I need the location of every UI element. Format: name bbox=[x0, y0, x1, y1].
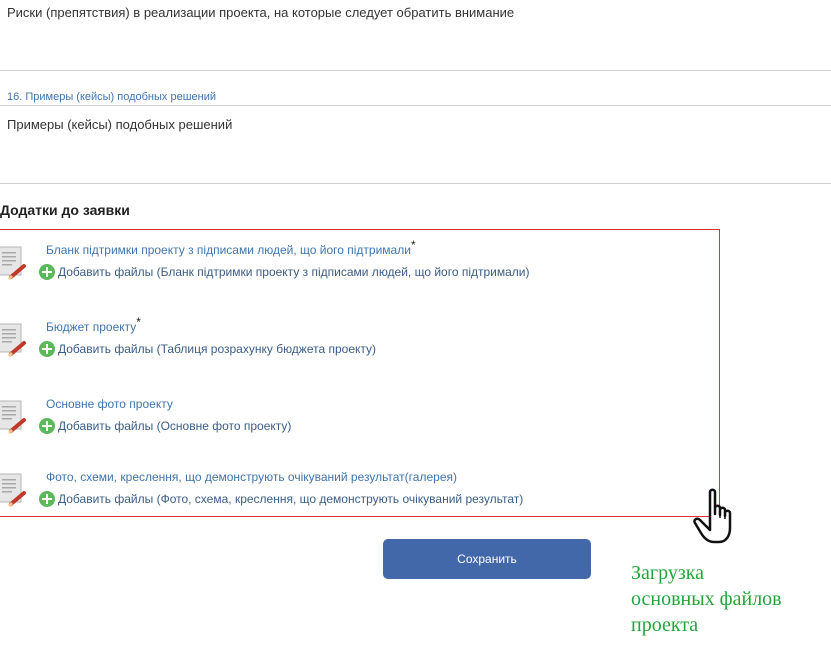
add-files-label: Добавить файлы (Фото, схема, креслення, … bbox=[58, 492, 524, 506]
add-files-label: Добавить файлы (Основне фото проекту) bbox=[58, 419, 292, 433]
risks-placeholder: Риски (препятствия) в реализации проекта… bbox=[7, 5, 515, 20]
attachment-title-text: Бланк підтримки проекту з підписами люде… bbox=[46, 243, 411, 257]
attachment-title-text: Бюджет проекту bbox=[46, 320, 137, 334]
attachment-item: Основне фото проекту Добавить файлы (Осн… bbox=[0, 392, 720, 452]
required-mark: * bbox=[410, 238, 416, 252]
attachment-title[interactable]: Основне фото проекту bbox=[46, 392, 173, 411]
plus-circle-icon bbox=[39, 491, 55, 507]
plus-circle-icon bbox=[39, 264, 55, 280]
attachment-item: Бланк підтримки проекту з підписами люде… bbox=[0, 238, 720, 298]
plus-circle-icon bbox=[39, 341, 55, 357]
attachment-title-text: Основне фото проекту bbox=[46, 397, 173, 411]
plus-circle-icon bbox=[39, 418, 55, 434]
hand-pointer-icon bbox=[693, 488, 732, 544]
attachments-section-title: Додатки до заявки bbox=[0, 202, 130, 218]
add-files-label: Добавить файлы (Таблиця розрахунку бюдже… bbox=[58, 342, 377, 356]
annotation-text: Загрузка основных файлов проекта bbox=[631, 560, 782, 638]
attachment-title[interactable]: Бюджет проекту* bbox=[46, 315, 141, 334]
annotation-line: проекта bbox=[631, 614, 699, 636]
risks-textarea[interactable]: Риски (препятствия) в реализации проекта… bbox=[0, 0, 831, 70]
attachment-item: Бюджет проекту* Добавить файлы (Таблиця … bbox=[0, 315, 720, 375]
cases-placeholder: Примеры (кейсы) подобных решений bbox=[7, 117, 233, 132]
annotation-line: Загрузка bbox=[631, 562, 705, 584]
document-icon bbox=[0, 400, 26, 434]
cases-field-label: 16. Примеры (кейсы) подобных решений bbox=[7, 91, 217, 103]
attachment-title[interactable]: Фото, схеми, креслення, що демонструють … bbox=[46, 465, 457, 484]
save-button[interactable]: Сохранить bbox=[383, 539, 591, 579]
attachment-item: Фото, схеми, креслення, що демонструють … bbox=[0, 465, 720, 525]
attachment-title[interactable]: Бланк підтримки проекту з підписами люде… bbox=[46, 238, 416, 257]
annotation-line: основных файлов bbox=[631, 588, 782, 610]
add-files-label: Добавить файлы (Бланк підтримки проекту … bbox=[58, 265, 530, 279]
divider bbox=[0, 70, 831, 71]
cases-textarea[interactable]: Примеры (кейсы) подобных решений bbox=[0, 106, 831, 183]
document-icon bbox=[0, 473, 26, 507]
divider bbox=[0, 183, 831, 184]
document-icon bbox=[0, 323, 26, 357]
attachment-title-text: Фото, схеми, креслення, що демонструють … bbox=[46, 470, 457, 484]
document-icon bbox=[0, 246, 26, 280]
required-mark: * bbox=[136, 315, 141, 329]
